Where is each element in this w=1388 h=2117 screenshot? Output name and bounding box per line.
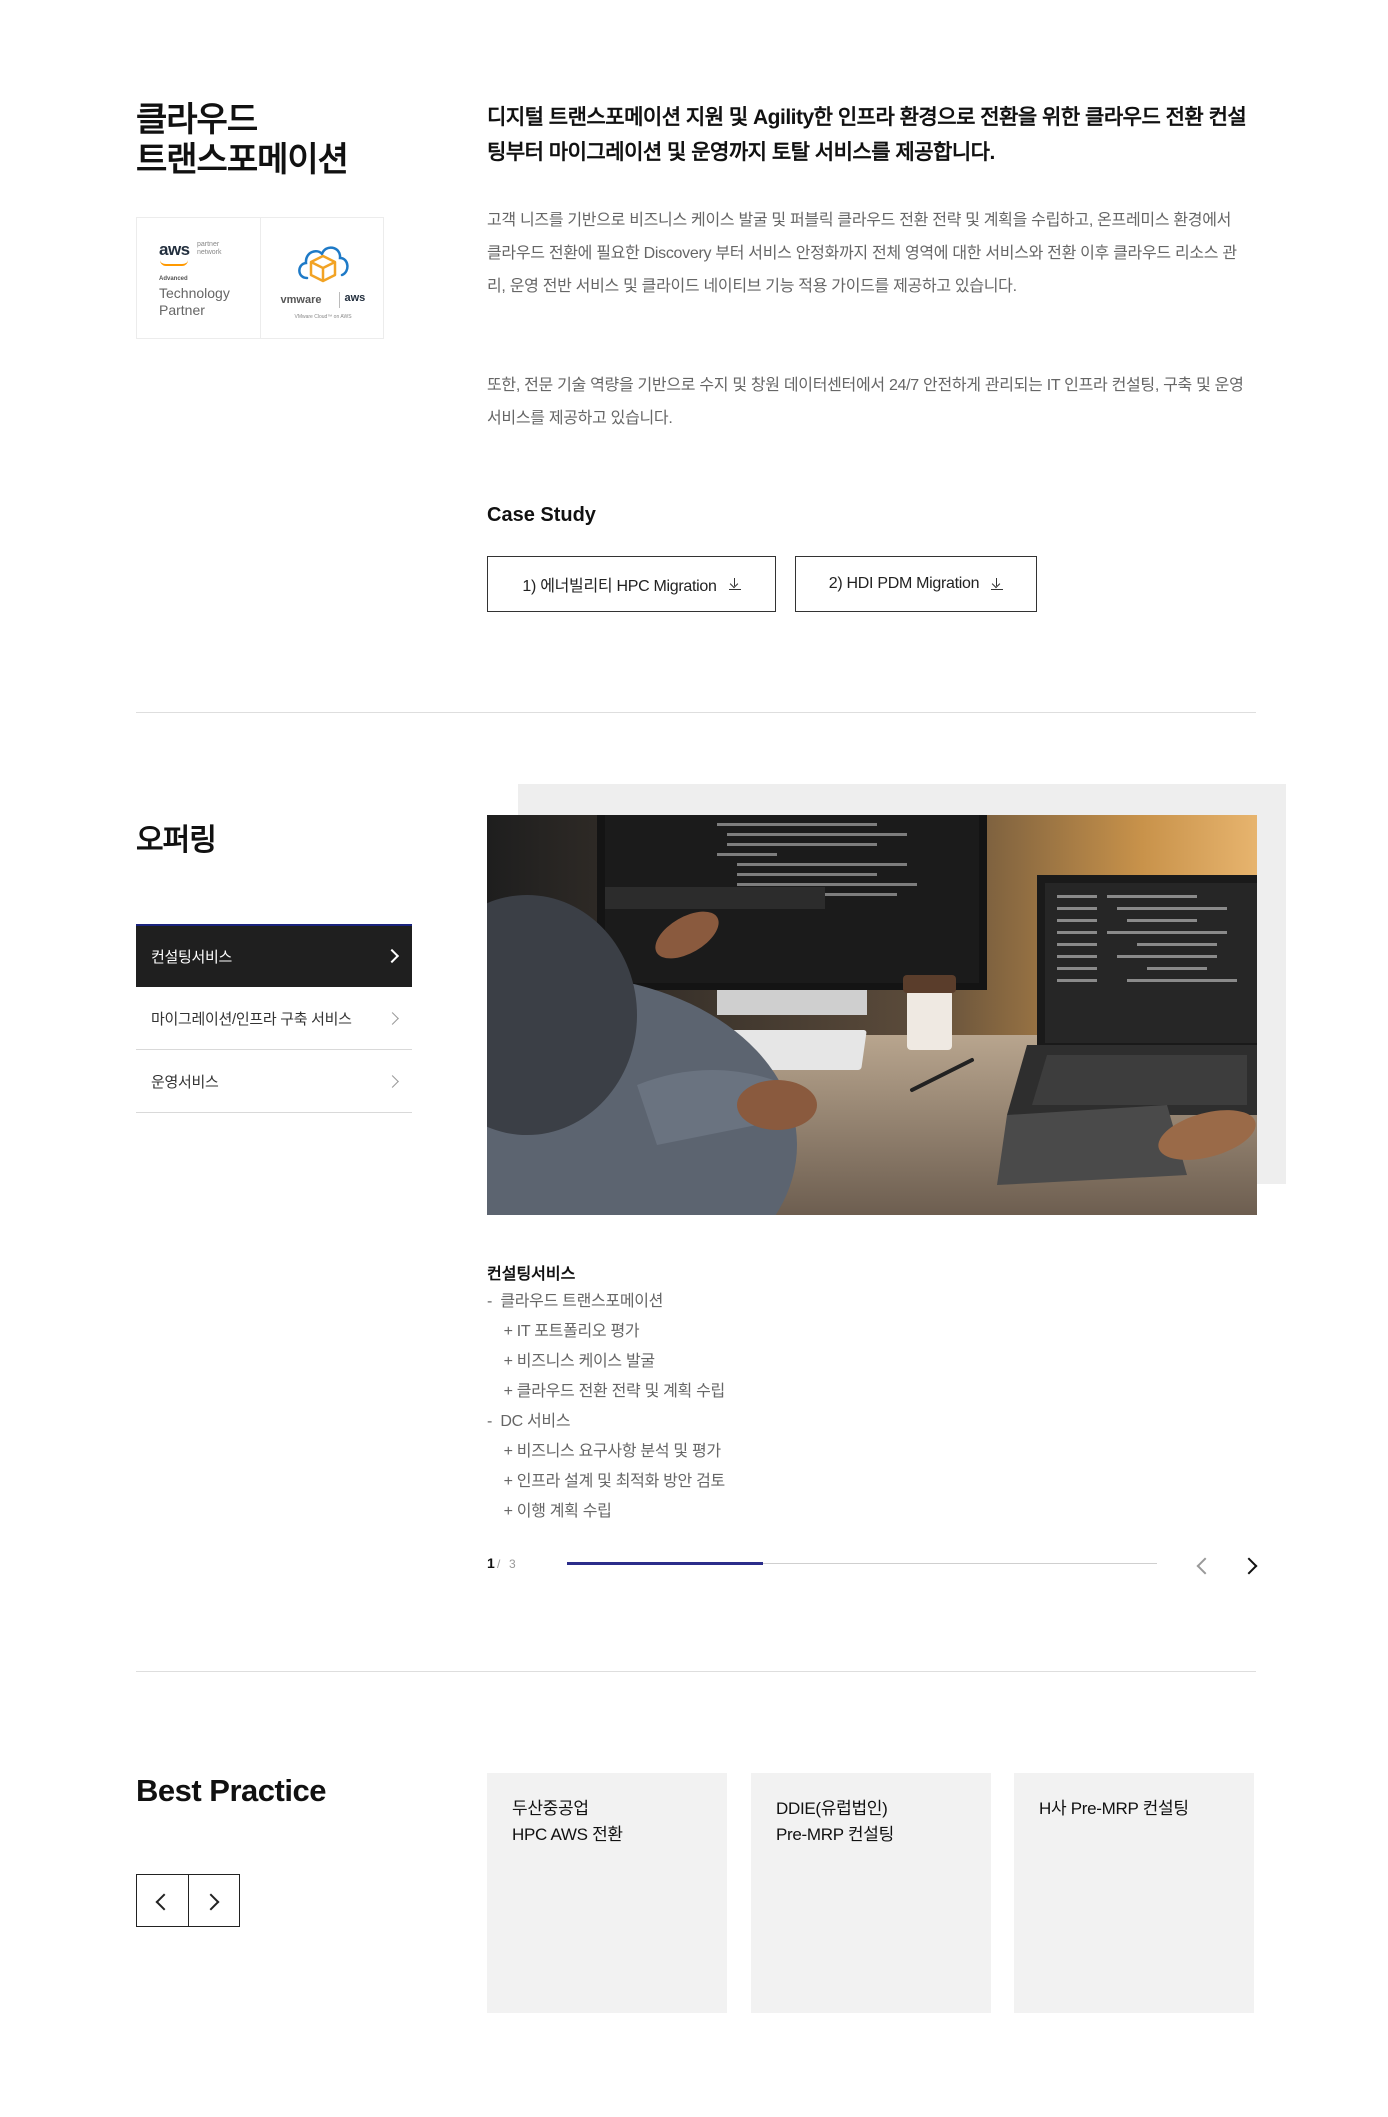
aws-logo: aws	[159, 240, 190, 259]
chevron-right-button[interactable]	[187, 1875, 240, 1926]
menu-item-operation[interactable]: 운영서비스	[136, 1050, 412, 1113]
best-practice-card-3[interactable]: H사 Pre-MRP 컨설팅	[1014, 1773, 1254, 2013]
menu-item-consulting[interactable]: 컨설팅서비스	[136, 924, 412, 987]
download-icon	[991, 578, 1004, 590]
intro-lead: 디지털 트랜스포메이션 지원 및 Agility한 인프라 환경으로 전환을 위…	[487, 106, 1247, 164]
menu-item-migration[interactable]: 마이그레이션/인프라 구축 서비스	[136, 987, 412, 1050]
developer-coding-image	[487, 815, 1257, 1215]
intro-paragraph-1: 고객 니즈를 기반으로 비즈니스 케이스 발굴 및 퍼블릭 클라우드 전환 전략…	[487, 212, 1237, 295]
menu-item-label: 운영서비스	[151, 1073, 219, 1091]
slide-list: - 클라우드 트랜스포메이션 + IT 포트폴리오 평가 + 비즈니스 케이스 …	[487, 1287, 1087, 1527]
aws-partner-badge: aws partner network Advanced Technology …	[137, 218, 260, 338]
case-study-download-button-2[interactable]: 2) HDI PDM Migration	[795, 556, 1037, 612]
pager-separator: /	[497, 1557, 501, 1571]
card-line-2: HPC AWS 전환	[512, 1825, 623, 1844]
list-item: + 클라우드 전환 전략 및 계획 수립	[487, 1383, 726, 1400]
menu-item-label: 컨설팅서비스	[151, 948, 233, 966]
card-line-1: 두산중공업	[512, 1799, 589, 1818]
slide-title: 컨설팅서비스	[487, 1266, 576, 1283]
case-study-label-1: 1) 에너빌리티 HPC Migration	[522, 578, 717, 595]
pager-current: 1	[487, 1555, 495, 1571]
chevron-right-icon	[384, 948, 400, 964]
chevron-left-button[interactable]	[137, 1875, 188, 1926]
section-divider	[136, 1671, 1256, 1672]
list-item: + 이행 계획 수립	[487, 1503, 612, 1520]
best-practice-card-1[interactable]: 두산중공업 HPC AWS 전환	[487, 1773, 727, 2013]
vmware-sub: VMware Cloud™ on AWS	[294, 314, 352, 320]
aws-advanced: Advanced	[159, 276, 188, 282]
cloud-box-icon	[297, 246, 349, 283]
progress-fill	[567, 1562, 763, 1565]
slide-next-button[interactable]	[1240, 1553, 1264, 1577]
list-item: + 인프라 설계 및 최적화 방안 검토	[487, 1473, 726, 1490]
section-divider	[136, 712, 1256, 713]
case-study-title: Case Study	[487, 504, 596, 526]
case-study-label-2: 2) HDI PDM Migration	[828, 575, 980, 592]
section-title-cloud: 클라우드 트랜스포메이션	[136, 100, 436, 180]
case-study-download-button-1[interactable]: 1) 에너빌리티 HPC Migration	[487, 556, 776, 612]
list-item: - 클라우드 트랜스포메이션	[487, 1293, 664, 1310]
vmware-logo: vmware	[280, 294, 322, 306]
partner-badges: aws partner network Advanced Technology …	[136, 217, 384, 339]
section-title-best-practice: Best Practice	[136, 1773, 326, 1808]
title-line-2: 트랜스포메이션	[136, 141, 349, 179]
section-title-offering: 오퍼링	[136, 824, 217, 857]
aws-tier: Technology Partner	[159, 285, 230, 318]
list-item: - DC 서비스	[487, 1413, 571, 1430]
vmware-aws-logo: aws	[344, 292, 366, 304]
aws-smile-icon	[160, 260, 188, 266]
menu-item-label: 마이그레이션/인프라 구축 서비스	[151, 1010, 352, 1028]
title-line-1: 클라우드	[136, 101, 258, 139]
slide-prev-button[interactable]	[1190, 1553, 1214, 1577]
list-item: + IT 포트폴리오 평가	[487, 1323, 640, 1340]
best-practice-nav	[136, 1874, 240, 1927]
chevron-right-icon	[386, 1074, 399, 1088]
card-line-2: Pre-MRP 컨설팅	[776, 1825, 894, 1844]
card-line-1: H사 Pre-MRP 컨설팅	[1039, 1799, 1189, 1818]
offering-menu: 컨설팅서비스 마이그레이션/인프라 구축 서비스 운영서비스	[136, 924, 412, 1113]
list-item: + 비즈니스 요구사항 분석 및 평가	[487, 1443, 722, 1460]
list-item: + 비즈니스 케이스 발굴	[487, 1353, 656, 1370]
vmware-aws-badge: vmware aws VMware Cloud™ on AWS	[259, 218, 384, 338]
pager-total: 3	[509, 1557, 516, 1571]
slide-photo	[487, 815, 1257, 1215]
logo-separator	[338, 292, 340, 308]
download-icon	[728, 578, 741, 590]
chevron-right-icon	[386, 1011, 399, 1025]
card-line-1: DDIE(유럽법인)	[776, 1799, 888, 1818]
intro-paragraph-2: 또한, 전문 기술 역량을 기반으로 수지 및 창원 데이터센터에서 24/7 …	[487, 377, 1244, 427]
best-practice-card-2[interactable]: DDIE(유럽법인) Pre-MRP 컨설팅	[751, 1773, 991, 2013]
aws-partner-network: partner network	[197, 241, 222, 256]
